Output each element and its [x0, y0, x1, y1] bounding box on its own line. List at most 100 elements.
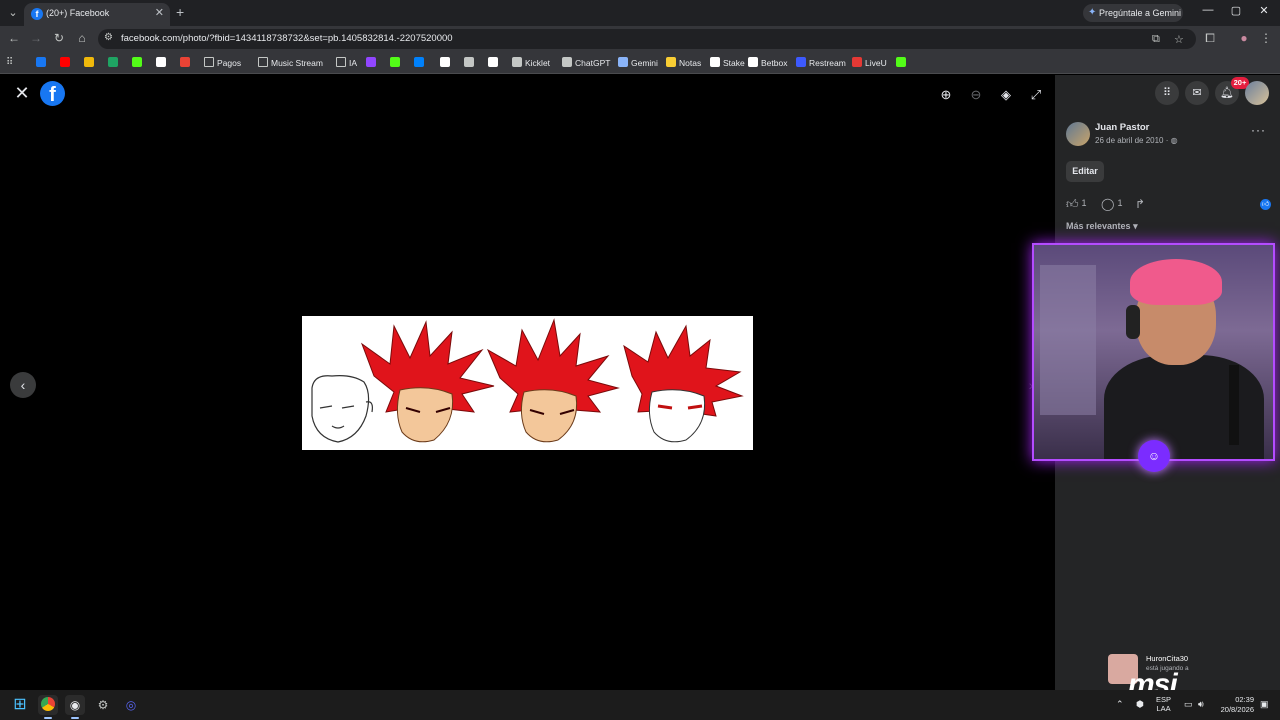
- comment-button[interactable]: ◯ 1: [1101, 197, 1122, 211]
- bookmark-restream[interactable]: Restream: [796, 56, 846, 70]
- webcam-shelf: [1040, 265, 1096, 415]
- bookmark-gemini[interactable]: Gemini: [618, 56, 658, 70]
- like-button[interactable]: 👍︎ 1: [1066, 197, 1087, 212]
- system-clock[interactable]: 02:39 20/8/2026: [1214, 695, 1254, 715]
- bookmark-meta[interactable]: [414, 56, 427, 70]
- steam-taskbar-icon[interactable]: ⚙: [93, 695, 113, 715]
- bookmark-music-stream[interactable]: Music Stream: [258, 56, 323, 70]
- tiktok-icon: [440, 57, 450, 67]
- lang-bottom: LAA: [1156, 704, 1171, 713]
- bookmark-notas[interactable]: Notas: [666, 56, 701, 70]
- bookmark-vanguard[interactable]: [464, 56, 477, 70]
- windows-start-icon[interactable]: ⊞: [10, 695, 30, 715]
- tray-overflow-icon[interactable]: ⌃: [1116, 699, 1124, 710]
- diamond-icon: [488, 57, 498, 67]
- gmail-icon: [180, 57, 190, 67]
- bookmark-pagos[interactable]: Pagos: [204, 56, 241, 70]
- bookmark-kick[interactable]: [390, 56, 403, 70]
- bookmark-kicklet[interactable]: Kicklet: [512, 56, 550, 70]
- previous-photo-icon[interactable]: ‹: [10, 372, 36, 398]
- bookmark-binance[interactable]: [84, 56, 97, 70]
- close-viewer-icon[interactable]: ✕: [12, 83, 32, 103]
- close-tab-icon[interactable]: ✕: [155, 6, 164, 19]
- bookmark-drive[interactable]: [108, 56, 121, 70]
- discord-taskbar-icon[interactable]: ◎: [121, 695, 141, 715]
- comment-count: 1: [1117, 198, 1123, 208]
- share-button[interactable]: ↱: [1135, 197, 1148, 211]
- profile-icon[interactable]: ●: [1236, 31, 1252, 45]
- red-hair-head-3: [623, 324, 744, 443]
- bookmark-twitch[interactable]: [366, 56, 379, 70]
- restream-icon: [796, 57, 806, 67]
- bookmark-label: Stake: [723, 58, 745, 68]
- bookmark-tiktok[interactable]: [156, 56, 169, 70]
- bookmark-betbox[interactable]: Betbox: [748, 56, 787, 70]
- close-window-icon[interactable]: ✕: [1254, 4, 1274, 17]
- volume-icon[interactable]: 🔊︎: [1198, 699, 1204, 710]
- bookmark-ia[interactable]: IA: [336, 56, 357, 70]
- back-icon[interactable]: ←: [6, 31, 22, 45]
- bookmark-label: Kicklet: [525, 58, 551, 68]
- bookmark-kick[interactable]: [132, 56, 145, 70]
- bookmark-check[interactable]: [896, 56, 909, 70]
- forward-icon[interactable]: →: [28, 31, 44, 45]
- install-app-icon[interactable]: ⧉: [1152, 33, 1160, 46]
- menu-grid-icon[interactable]: ⠿: [1155, 81, 1179, 105]
- home-icon[interactable]: ⌂: [74, 31, 90, 45]
- webcam-overlay: [1032, 243, 1275, 461]
- kick-icon: [390, 57, 400, 67]
- bookmark-stake[interactable]: Stake: [710, 56, 745, 70]
- bookmark-youtube[interactable]: [60, 56, 73, 70]
- edit-button[interactable]: Editar: [1066, 161, 1104, 182]
- like-count: 1: [1081, 198, 1087, 208]
- caret-down-icon: ▾: [1133, 221, 1138, 231]
- bookmark-chatgpt[interactable]: ChatGPT: [562, 56, 610, 70]
- chrome-menu-icon[interactable]: ⋮: [1258, 31, 1274, 45]
- author-name[interactable]: Juan Pastor: [1095, 122, 1149, 133]
- alert-username: HuronCita30: [1146, 654, 1189, 663]
- zoom-in-icon[interactable]: ⊕: [936, 85, 956, 105]
- bookmark-star-icon[interactable]: ☆: [1174, 33, 1184, 46]
- apps-grid-icon[interactable]: ⠿: [6, 56, 13, 70]
- language-indicator[interactable]: ESP LAA: [1156, 695, 1171, 713]
- tab-search-icon[interactable]: ⌄: [4, 4, 22, 22]
- extensions-icon[interactable]: ⧠: [1202, 31, 1218, 46]
- tab-facebook[interactable]: f (20+) Facebook ✕: [24, 3, 170, 26]
- zoom-out-icon[interactable]: ⊖: [966, 85, 986, 105]
- fullscreen-icon[interactable]: ⤢: [1026, 85, 1046, 105]
- reload-icon[interactable]: ↻: [51, 31, 67, 45]
- browser-tab-strip: ⌄ f (20+) Facebook ✕ + ✦ Pregúntale a Ge…: [0, 0, 1280, 26]
- chrome-taskbar-icon[interactable]: [38, 695, 58, 719]
- network-icon[interactable]: ▭: [1184, 699, 1193, 710]
- tag-icon[interactable]: ◈: [996, 85, 1016, 105]
- bookmark-liveu[interactable]: LiveU: [852, 56, 887, 70]
- account-avatar[interactable]: [1245, 81, 1269, 105]
- bookmark-facebook[interactable]: [36, 56, 49, 70]
- ask-gemini-button[interactable]: ✦ Pregúntale a Gemini: [1083, 4, 1183, 22]
- obs-taskbar-icon[interactable]: ◉: [65, 695, 85, 719]
- author-avatar[interactable]: [1066, 122, 1090, 146]
- maximize-icon[interactable]: ▢: [1226, 4, 1246, 17]
- globe-icon: ◍: [1170, 136, 1178, 145]
- bulb-icon: [666, 57, 676, 67]
- facebook-logo-icon[interactable]: f: [40, 81, 65, 106]
- bookmark-gmail[interactable]: [180, 56, 193, 70]
- ask-gemini-label: Pregúntale a Gemini: [1099, 8, 1182, 18]
- minimize-icon[interactable]: —: [1198, 4, 1218, 16]
- bookmark-tiktok[interactable]: [440, 56, 453, 70]
- bookmark-diamond[interactable]: [488, 56, 501, 70]
- webcam-microphone: [1229, 365, 1239, 445]
- new-tab-icon[interactable]: +: [176, 4, 184, 20]
- clock-date: 20/8/2026: [1220, 705, 1254, 714]
- bookmark-label: Gemini: [631, 58, 658, 68]
- notification-center-icon[interactable]: ▣: [1260, 699, 1269, 710]
- post-date[interactable]: 26 de abril de 2010 · ◍: [1095, 136, 1178, 145]
- comment-sort-dropdown[interactable]: Más relevantes ▾: [1066, 221, 1138, 232]
- tray-app-icon[interactable]: ⬢: [1136, 699, 1144, 710]
- bookmark-label: Restream: [809, 58, 846, 68]
- address-bar[interactable]: ⚙ facebook.com/photo/?fbid=1434118738732…: [98, 29, 1196, 49]
- more-options-icon[interactable]: ···: [1251, 123, 1266, 137]
- messenger-icon[interactable]: ✉: [1185, 81, 1209, 105]
- bookmark-label: Notas: [679, 58, 702, 68]
- site-info-icon[interactable]: ⚙: [104, 32, 113, 43]
